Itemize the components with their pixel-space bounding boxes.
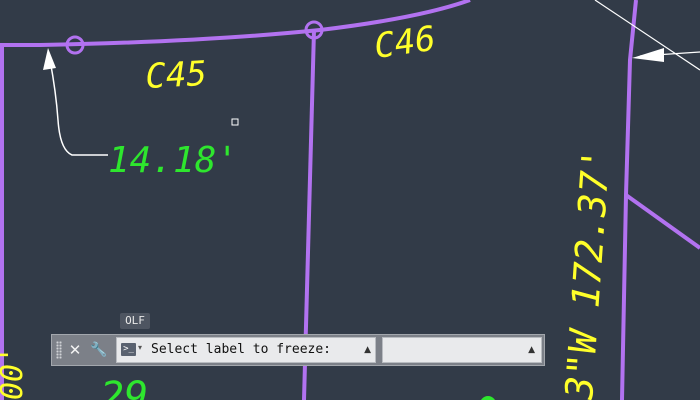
command-prompt-icon[interactable]: >_ bbox=[121, 343, 136, 356]
drawing-viewport[interactable]: C45 C46 14.18' 3"W 172.37' 00' 29 OLF ✕ … bbox=[0, 0, 700, 400]
drag-handle-icon[interactable] bbox=[56, 341, 62, 359]
bearing-arrowhead bbox=[632, 48, 664, 62]
command-line-bar[interactable]: ✕ 🔧 >_ ▾ Select label to freeze: ▲ ▲ bbox=[51, 334, 545, 366]
bearing-label[interactable]: 3"W 172.37' bbox=[557, 146, 619, 400]
left-edge-label[interactable]: 00' bbox=[0, 346, 30, 400]
command-input[interactable]: >_ ▾ Select label to freeze: ▲ bbox=[116, 337, 376, 363]
diagonal-boundary-line[interactable] bbox=[624, 193, 700, 250]
wrench-icon[interactable]: 🔧 bbox=[90, 340, 108, 360]
close-icon[interactable]: ✕ bbox=[66, 340, 84, 360]
dimension-leader bbox=[49, 59, 108, 156]
leader-arrowhead bbox=[43, 48, 56, 70]
pickbox-cursor bbox=[231, 118, 239, 126]
command-prompt-text: Select label to freeze: bbox=[151, 342, 332, 357]
bottom-partial-label[interactable]: 29 bbox=[100, 374, 148, 400]
recent-commands-field[interactable]: ▲ bbox=[382, 337, 542, 363]
label-c45[interactable]: C45 bbox=[144, 54, 207, 97]
dimension-label[interactable]: 14.18' bbox=[108, 140, 238, 181]
command-tag: OLF bbox=[120, 313, 150, 329]
chevron-up-icon[interactable]: ▲ bbox=[528, 345, 535, 355]
label-c46[interactable]: C46 bbox=[372, 19, 438, 67]
partial-green-mark bbox=[481, 396, 495, 400]
chevron-up-icon[interactable]: ▲ bbox=[364, 345, 371, 355]
prompt-dropdown-icon[interactable]: ▾ bbox=[138, 343, 142, 352]
